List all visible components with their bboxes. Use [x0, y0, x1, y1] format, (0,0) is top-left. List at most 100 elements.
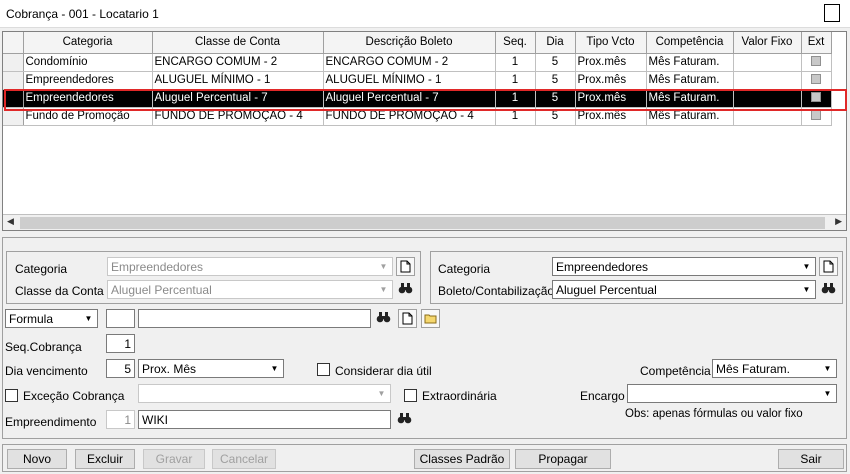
cell-seq: 1	[495, 53, 536, 72]
competencia-value: Mês Faturam.	[716, 362, 791, 376]
categoria-select-left: Empreendedores ▼	[107, 257, 393, 276]
window-title: Cobrança - 001 - Locatario 1	[6, 7, 159, 21]
excecao-cobranca-label: Exceção Cobrança	[23, 389, 125, 403]
new-formula-button[interactable]	[398, 309, 417, 328]
folder-icon	[424, 314, 437, 324]
classes-padrao-button[interactable]: Classes Padrão	[414, 449, 510, 469]
row-indicator[interactable]	[3, 71, 24, 90]
boleto-label: Boleto/Contabilização	[438, 284, 555, 298]
categoria-right-label: Categoria	[438, 262, 491, 276]
formula-text-input[interactable]	[138, 309, 371, 328]
chevron-down-icon: ▼	[377, 389, 386, 398]
open-folder-button[interactable]	[421, 309, 440, 328]
column-header-competencia[interactable]: Competência	[646, 32, 734, 54]
classe-conta-label: Classe da Conta	[15, 284, 104, 298]
cell-valor-fixo	[733, 53, 802, 72]
empreendimento-code-input: 1	[106, 410, 135, 429]
formula-select[interactable]: Formula ▼	[5, 309, 98, 328]
column-header-categoria[interactable]: Categoria	[23, 32, 153, 54]
categoria-select-right[interactable]: Empreendedores ▼	[552, 257, 816, 276]
scroll-left-icon[interactable]: ◀	[7, 216, 14, 227]
cell-seq: 1	[495, 71, 536, 90]
propagar-button[interactable]: Propagar	[515, 449, 611, 469]
column-header-tipo[interactable]: Tipo Vcto	[575, 32, 647, 54]
boleto-value: Aluguel Percentual	[556, 283, 657, 297]
competencia-select[interactable]: Mês Faturam. ▼	[712, 359, 837, 378]
obs-note: Obs: apenas fórmulas ou valor fixo	[625, 408, 803, 420]
encargo-label: Encargo	[580, 389, 625, 403]
empreendimento-name-input[interactable]: WIKI	[138, 410, 391, 429]
row-indicator-header	[3, 32, 24, 54]
categoria-left-value: Empreendedores	[111, 260, 204, 274]
window-control-button[interactable]	[824, 4, 840, 22]
search-boleto-button[interactable]	[819, 280, 838, 299]
ext-button-icon	[811, 73, 821, 84]
table-header-row: Categoria Classe de Conta Descrição Bole…	[3, 32, 832, 54]
new-document-icon	[402, 312, 413, 325]
chevron-down-icon[interactable]: ▼	[799, 282, 814, 297]
formula-code-input[interactable]	[106, 309, 135, 328]
cell-classe: ENCARGO COMUM - 2	[152, 53, 324, 72]
new-document-icon	[823, 260, 834, 273]
search-empreendimento-button[interactable]	[395, 410, 414, 429]
binoculars-icon	[821, 283, 836, 294]
chevron-down-icon: ▼	[379, 262, 388, 271]
cell-dia: 5	[535, 71, 576, 90]
extraordinaria-checkbox[interactable]	[404, 389, 417, 402]
dia-vencimento-label: Dia vencimento	[5, 364, 88, 378]
ext-button-icon	[811, 55, 821, 66]
horizontal-scrollbar[interactable]: ◀ ▶	[3, 214, 846, 230]
tipo-vencimento-value: Prox. Mês	[142, 362, 197, 376]
tipo-vencimento-select[interactable]: Prox. Mês ▼	[138, 359, 284, 378]
categoria-right-value: Empreendedores	[556, 260, 649, 274]
classe-conta-select: Aluguel Percentual ▼	[107, 280, 393, 299]
chevron-down-icon[interactable]: ▼	[820, 386, 835, 401]
cell-competencia: Mês Faturam.	[646, 71, 734, 90]
cell-ext[interactable]	[801, 71, 832, 90]
gravar-button[interactable]: Gravar	[143, 449, 205, 469]
scroll-right-icon[interactable]: ▶	[835, 216, 842, 227]
chevron-down-icon[interactable]: ▼	[799, 259, 814, 274]
boleto-select[interactable]: Aluguel Percentual ▼	[552, 280, 816, 299]
search-classe-button[interactable]	[396, 280, 415, 299]
table-row[interactable]: Empreendedores ALUGUEL MÍNIMO - 1 ALUGUE…	[3, 71, 832, 90]
new-categoria-right-button[interactable]	[819, 257, 838, 276]
cancelar-button[interactable]: Cancelar	[212, 449, 276, 469]
considerar-dia-util-label: Considerar dia útil	[335, 364, 432, 378]
seq-cobranca-input[interactable]: 1	[106, 334, 135, 353]
formula-select-value: Formula	[9, 312, 54, 326]
column-header-valor-fixo[interactable]: Valor Fixo	[733, 32, 802, 54]
dia-vencimento-input[interactable]: 5	[106, 359, 135, 378]
scrollbar-thumb[interactable]	[20, 217, 825, 229]
column-header-descricao[interactable]: Descrição Boleto	[323, 32, 496, 54]
encargo-select[interactable]: ▼	[627, 384, 837, 403]
table-row[interactable]: Condomínio ENCARGO COMUM - 2 ENCARGO COM…	[3, 53, 832, 72]
charges-grid[interactable]: Categoria Classe de Conta Descrição Bole…	[2, 31, 847, 231]
selected-row-highlight	[4, 89, 847, 111]
cell-categoria: Condomínio	[23, 53, 153, 72]
search-formula-button[interactable]	[374, 309, 393, 328]
cell-descricao: ALUGUEL MÍNIMO - 1	[323, 71, 496, 90]
row-indicator[interactable]	[3, 53, 24, 72]
excecao-cobranca-checkbox[interactable]	[5, 389, 18, 402]
column-header-dia[interactable]: Dia	[535, 32, 576, 54]
novo-button[interactable]: Novo	[7, 449, 67, 469]
chevron-down-icon[interactable]: ▼	[267, 361, 282, 376]
competencia-label: Competência	[640, 364, 711, 378]
new-categoria-button[interactable]	[396, 257, 415, 276]
classe-conta-value: Aluguel Percentual	[111, 283, 212, 297]
chevron-down-icon[interactable]: ▼	[820, 361, 835, 376]
considerar-dia-util-checkbox[interactable]	[317, 363, 330, 376]
excluir-button[interactable]: Excluir	[75, 449, 135, 469]
binoculars-icon	[398, 283, 413, 294]
column-header-classe[interactable]: Classe de Conta	[152, 32, 324, 54]
column-header-ext[interactable]: Ext	[801, 32, 832, 54]
cell-ext[interactable]	[801, 53, 832, 72]
sair-button[interactable]: Sair	[778, 449, 844, 469]
charges-table: Categoria Classe de Conta Descrição Bole…	[3, 32, 832, 126]
cell-dia: 5	[535, 53, 576, 72]
chevron-down-icon[interactable]: ▼	[81, 311, 96, 326]
cell-tipo: Prox.mês	[575, 71, 647, 90]
empreendimento-label: Empreendimento	[5, 415, 97, 429]
column-header-seq[interactable]: Seq.	[495, 32, 536, 54]
